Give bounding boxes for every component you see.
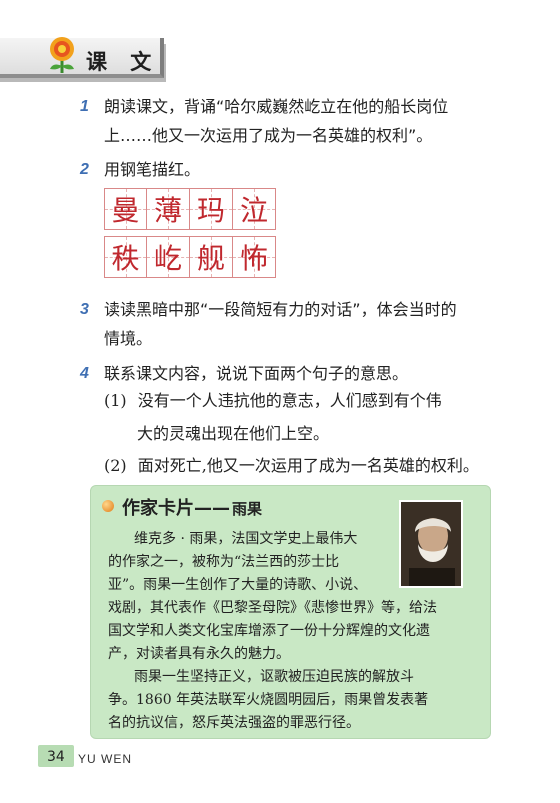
tracing-cell: 玛 <box>190 188 233 230</box>
card-text-line: 的作家之一，被称为“法兰西的莎士比 <box>108 554 340 570</box>
card-text-line: 名的抗议信，怒斥英法强盗的罪恶行径。 <box>108 715 360 731</box>
tracing-cell: 泣 <box>233 188 276 230</box>
tracing-cell: 舰 <box>190 236 233 278</box>
tracing-grid-row-1: 曼 薄 玛 泣 <box>104 188 276 230</box>
sentence-label: (2) <box>104 456 127 475</box>
sentence-2: (2) 面对死亡,他又一次运用了成为一名英雄的权利。 <box>104 450 479 481</box>
exercise-number: 1 <box>80 98 89 115</box>
exercise-text-line: 读读黑暗中那“一段简短有力的对话”，体会当时的 <box>104 300 457 319</box>
card-text-line: 亚”。雨果一生创作了大量的诗歌、小说、 <box>108 577 368 593</box>
exercise-text-line: 用钢笔描红。 <box>104 160 201 179</box>
card-text-line: 国文学和人类文化宝库增添了一份十分辉煌的文化遗 <box>108 623 430 639</box>
flower-logo-icon <box>50 37 74 73</box>
author-card-title: 作家卡片—— 雨果 <box>122 498 263 519</box>
tracing-cell: 秩 <box>104 236 147 278</box>
section-title: 课 文 <box>86 50 160 74</box>
sentence-1: (1) 没有一个人违抗他的意志，人们感到有个伟 <box>104 385 442 416</box>
sentence-text-line: 面对死亡,他又一次运用了成为一名英雄的权利。 <box>137 456 479 475</box>
exercise-number: 2 <box>80 161 89 178</box>
exercise-text-line: 情境。 <box>104 329 153 348</box>
page-number: 34 <box>47 749 65 765</box>
card-text-line: 维克多 · 雨果，法国文学史上最伟大 <box>134 531 358 547</box>
tracing-cell: 怖 <box>233 236 276 278</box>
exercise-text-line: 联系课文内容，说说下面两个句子的意思。 <box>104 364 409 383</box>
card-text-line: 雨果一生坚持正义，讴歌被压迫民族的解放斗 <box>134 669 414 685</box>
sentence-text-line: 没有一个人违抗他的意志，人们感到有个伟 <box>137 391 442 410</box>
tracing-cell: 薄 <box>147 188 190 230</box>
sentence-1-continued: 大的灵魂出现在他们上空。 <box>137 418 329 449</box>
exercise-number: 3 <box>80 301 89 318</box>
author-name: 雨果 <box>232 500 263 518</box>
card-text-line: 争。1860 年英法联军火烧圆明园后，雨果曾发表著 <box>108 692 429 708</box>
bullet-dot-icon <box>102 500 114 512</box>
tracing-cell: 屹 <box>147 236 190 278</box>
card-text-line: 产，对读者具有永久的魅力。 <box>108 646 290 662</box>
exercise-text-line: 朗读课文，背诵“哈尔威巍然屹立在他的船长岗位 <box>104 97 449 116</box>
exercise-text-line: 上……他又一次运用了成为一名英雄的权利”。 <box>104 126 433 145</box>
sentence-text-line: 大的灵魂出现在他们上空。 <box>137 424 330 443</box>
sentence-label: (1) <box>104 391 127 410</box>
tracing-cell: 曼 <box>104 188 147 230</box>
tracing-grid-row-2: 秩 屹 舰 怖 <box>104 236 276 278</box>
exercise-number: 4 <box>80 365 89 382</box>
author-portrait <box>399 500 463 588</box>
card-text-line: 戏剧，其代表作《巴黎圣母院》《悲惨世界》等，给法 <box>108 600 437 616</box>
footer-text: YU WEN <box>78 752 132 766</box>
